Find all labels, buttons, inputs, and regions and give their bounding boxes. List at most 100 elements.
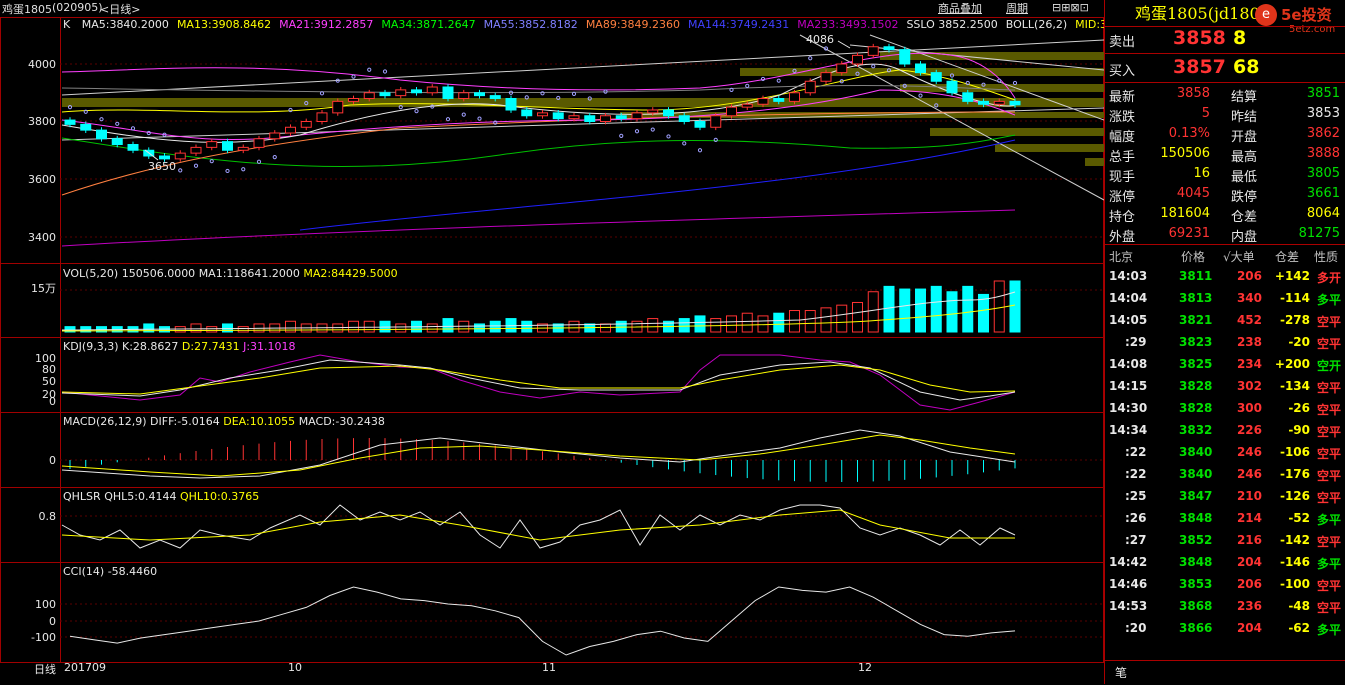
ma-legend-item: SSLO 3852.2500	[906, 18, 998, 31]
candle-body	[899, 49, 911, 65]
tick-oi-change: -48	[1288, 599, 1310, 613]
stat-value: 3853	[1306, 106, 1340, 121]
stat-label: 仓差	[1231, 210, 1258, 225]
candle-body	[867, 46, 879, 56]
tick-nature: 多平	[1317, 293, 1342, 307]
tick-nature: 空平	[1317, 491, 1342, 505]
vol-legend: VOL(5,20) 150506.0000 MA1:118641.2000 MA…	[63, 267, 398, 280]
tick-row[interactable]: :22 3840 246 -176 空平	[1105, 464, 1345, 486]
candle-body	[710, 115, 722, 128]
price-tick: 3800	[28, 115, 56, 128]
tick-row[interactable]: :29 3823 238 -20 空平	[1105, 332, 1345, 354]
tick-time: 14:30	[1109, 401, 1148, 415]
bid-row[interactable]: 买入 3857 68	[1105, 56, 1345, 83]
tick-row[interactable]: 14:53 3868 236 -48 空平	[1105, 596, 1345, 618]
macd-diff: DIFF:-5.0164	[150, 415, 220, 428]
ma-legend-item: MA21:3912.2857	[279, 18, 374, 31]
tick-time: :27	[1125, 533, 1147, 547]
candle-body	[363, 92, 375, 99]
sar-dot	[382, 69, 388, 74]
tick-row[interactable]: 14:46 3853 206 -100 空平	[1105, 574, 1345, 596]
volume-bar	[741, 312, 753, 333]
tick-time: 14:05	[1109, 313, 1148, 327]
candle-body	[237, 146, 249, 151]
tick-time: :25	[1125, 489, 1147, 503]
candle-body	[474, 92, 485, 97]
tick-row[interactable]: 14:08 3825 234 +200 空开	[1105, 354, 1345, 376]
tick-row[interactable]: 14:15 3828 302 -134 空平	[1105, 376, 1345, 398]
kdj-axis-tick: 0	[49, 395, 56, 408]
sar-dot	[241, 167, 246, 172]
vol-title: VOL(5,20)	[63, 267, 119, 280]
stat-label: 最低	[1231, 170, 1258, 185]
stat-label: 涨停	[1109, 190, 1136, 205]
tick-time: :29	[1125, 335, 1147, 349]
tick-nature: 空平	[1317, 315, 1342, 329]
qhlsr-lines	[61, 504, 1016, 549]
price-axis: 4000 3800 3600 3400 15万 100 80 50 20 0 0…	[28, 58, 56, 644]
tick-row[interactable]: 14:04 3813 340 -114 多平	[1105, 288, 1345, 310]
period-tab[interactable]: 日线	[34, 661, 56, 677]
candle-body	[190, 146, 202, 154]
stat-value: 3888	[1306, 146, 1340, 161]
candle-body	[741, 103, 753, 108]
sar-dot	[288, 107, 293, 113]
tick-row[interactable]: :22 3840 246 -106 空平	[1105, 442, 1345, 464]
footer-label[interactable]: 笔	[1115, 664, 1127, 681]
tick-price: 3840	[1179, 467, 1213, 481]
tick-nature: 空平	[1317, 425, 1342, 439]
tick-price: 3813	[1179, 291, 1213, 305]
stat-value: 5	[1201, 106, 1210, 121]
kdj-k: K:28.8627	[122, 340, 179, 353]
tick-nature: 空平	[1317, 601, 1342, 615]
stat-row: 外盘 69231 内盘 81275	[1105, 224, 1345, 245]
candle-body	[80, 123, 92, 131]
cci-axis-tick: 100	[35, 598, 56, 611]
tick-row[interactable]: :20 3866 204 -62 多平	[1105, 618, 1345, 640]
ask-row[interactable]: 卖出 3858 8	[1105, 26, 1345, 54]
tick-time: :26	[1125, 511, 1147, 525]
tick-row[interactable]: :25 3847 210 -126 空平	[1105, 486, 1345, 508]
ma-legend-item: BOLL(26,2)	[1005, 18, 1068, 31]
tick-price: 3828	[1179, 401, 1213, 415]
volume-bar	[915, 288, 926, 333]
vol-axis-tick: 15万	[31, 282, 56, 295]
tick-row[interactable]: :26 3848 214 -52 多平	[1105, 508, 1345, 530]
volume-bar	[962, 285, 974, 333]
volume-bar	[836, 304, 848, 333]
candle-body	[96, 129, 107, 140]
tick-row[interactable]: 14:34 3832 226 -90 空平	[1105, 420, 1345, 442]
candle-body	[789, 92, 800, 102]
sar-dot	[319, 91, 325, 96]
tick-row[interactable]: :27 3852 216 -142 空平	[1105, 530, 1345, 552]
sar-dot	[650, 127, 655, 132]
tick-row[interactable]: 14:05 3821 452 -278 空平	[1105, 310, 1345, 332]
sar-dot	[997, 78, 1002, 83]
candle-body	[1009, 100, 1021, 106]
tick-row[interactable]: 14:30 3828 300 -26 空平	[1105, 398, 1345, 420]
tick-row[interactable]: 14:03 3811 206 +142 多开	[1105, 266, 1345, 288]
chart-title-bar: 鸡蛋1805 (020905) <日线> 商品叠加 周期 ⊟⊞⊠⊡	[0, 0, 1104, 17]
tick-row[interactable]: 14:42 3848 204 -146 多平	[1105, 552, 1345, 574]
qhlsr-q10: QHL10:0.3765	[179, 490, 260, 503]
tick-volume: 206	[1236, 269, 1262, 283]
stat-label: 涨跌	[1109, 110, 1136, 125]
tick-price: 3832	[1179, 423, 1213, 437]
zoom-controls[interactable]: ⊟⊞⊠⊡	[1052, 1, 1089, 14]
kdj-title: KDJ(9,3,3)	[63, 340, 119, 353]
candle-body	[206, 141, 218, 148]
tick-time: 14:42	[1109, 555, 1148, 569]
candle-body	[426, 86, 438, 94]
period-button[interactable]: 周期	[1006, 0, 1028, 16]
overlay-button[interactable]: 商品叠加	[938, 0, 982, 16]
volume-bar	[568, 320, 580, 333]
candle-body	[442, 86, 454, 99]
stat-label: 外盘	[1109, 230, 1136, 245]
tick-time: 14:46	[1109, 577, 1148, 591]
volume-bar	[237, 326, 249, 333]
tick-volume: 246	[1236, 445, 1262, 459]
volume-bar	[1009, 280, 1021, 333]
sar-dot	[398, 105, 403, 110]
tick-time: 14:03	[1109, 269, 1148, 283]
candle-body	[584, 115, 596, 122]
